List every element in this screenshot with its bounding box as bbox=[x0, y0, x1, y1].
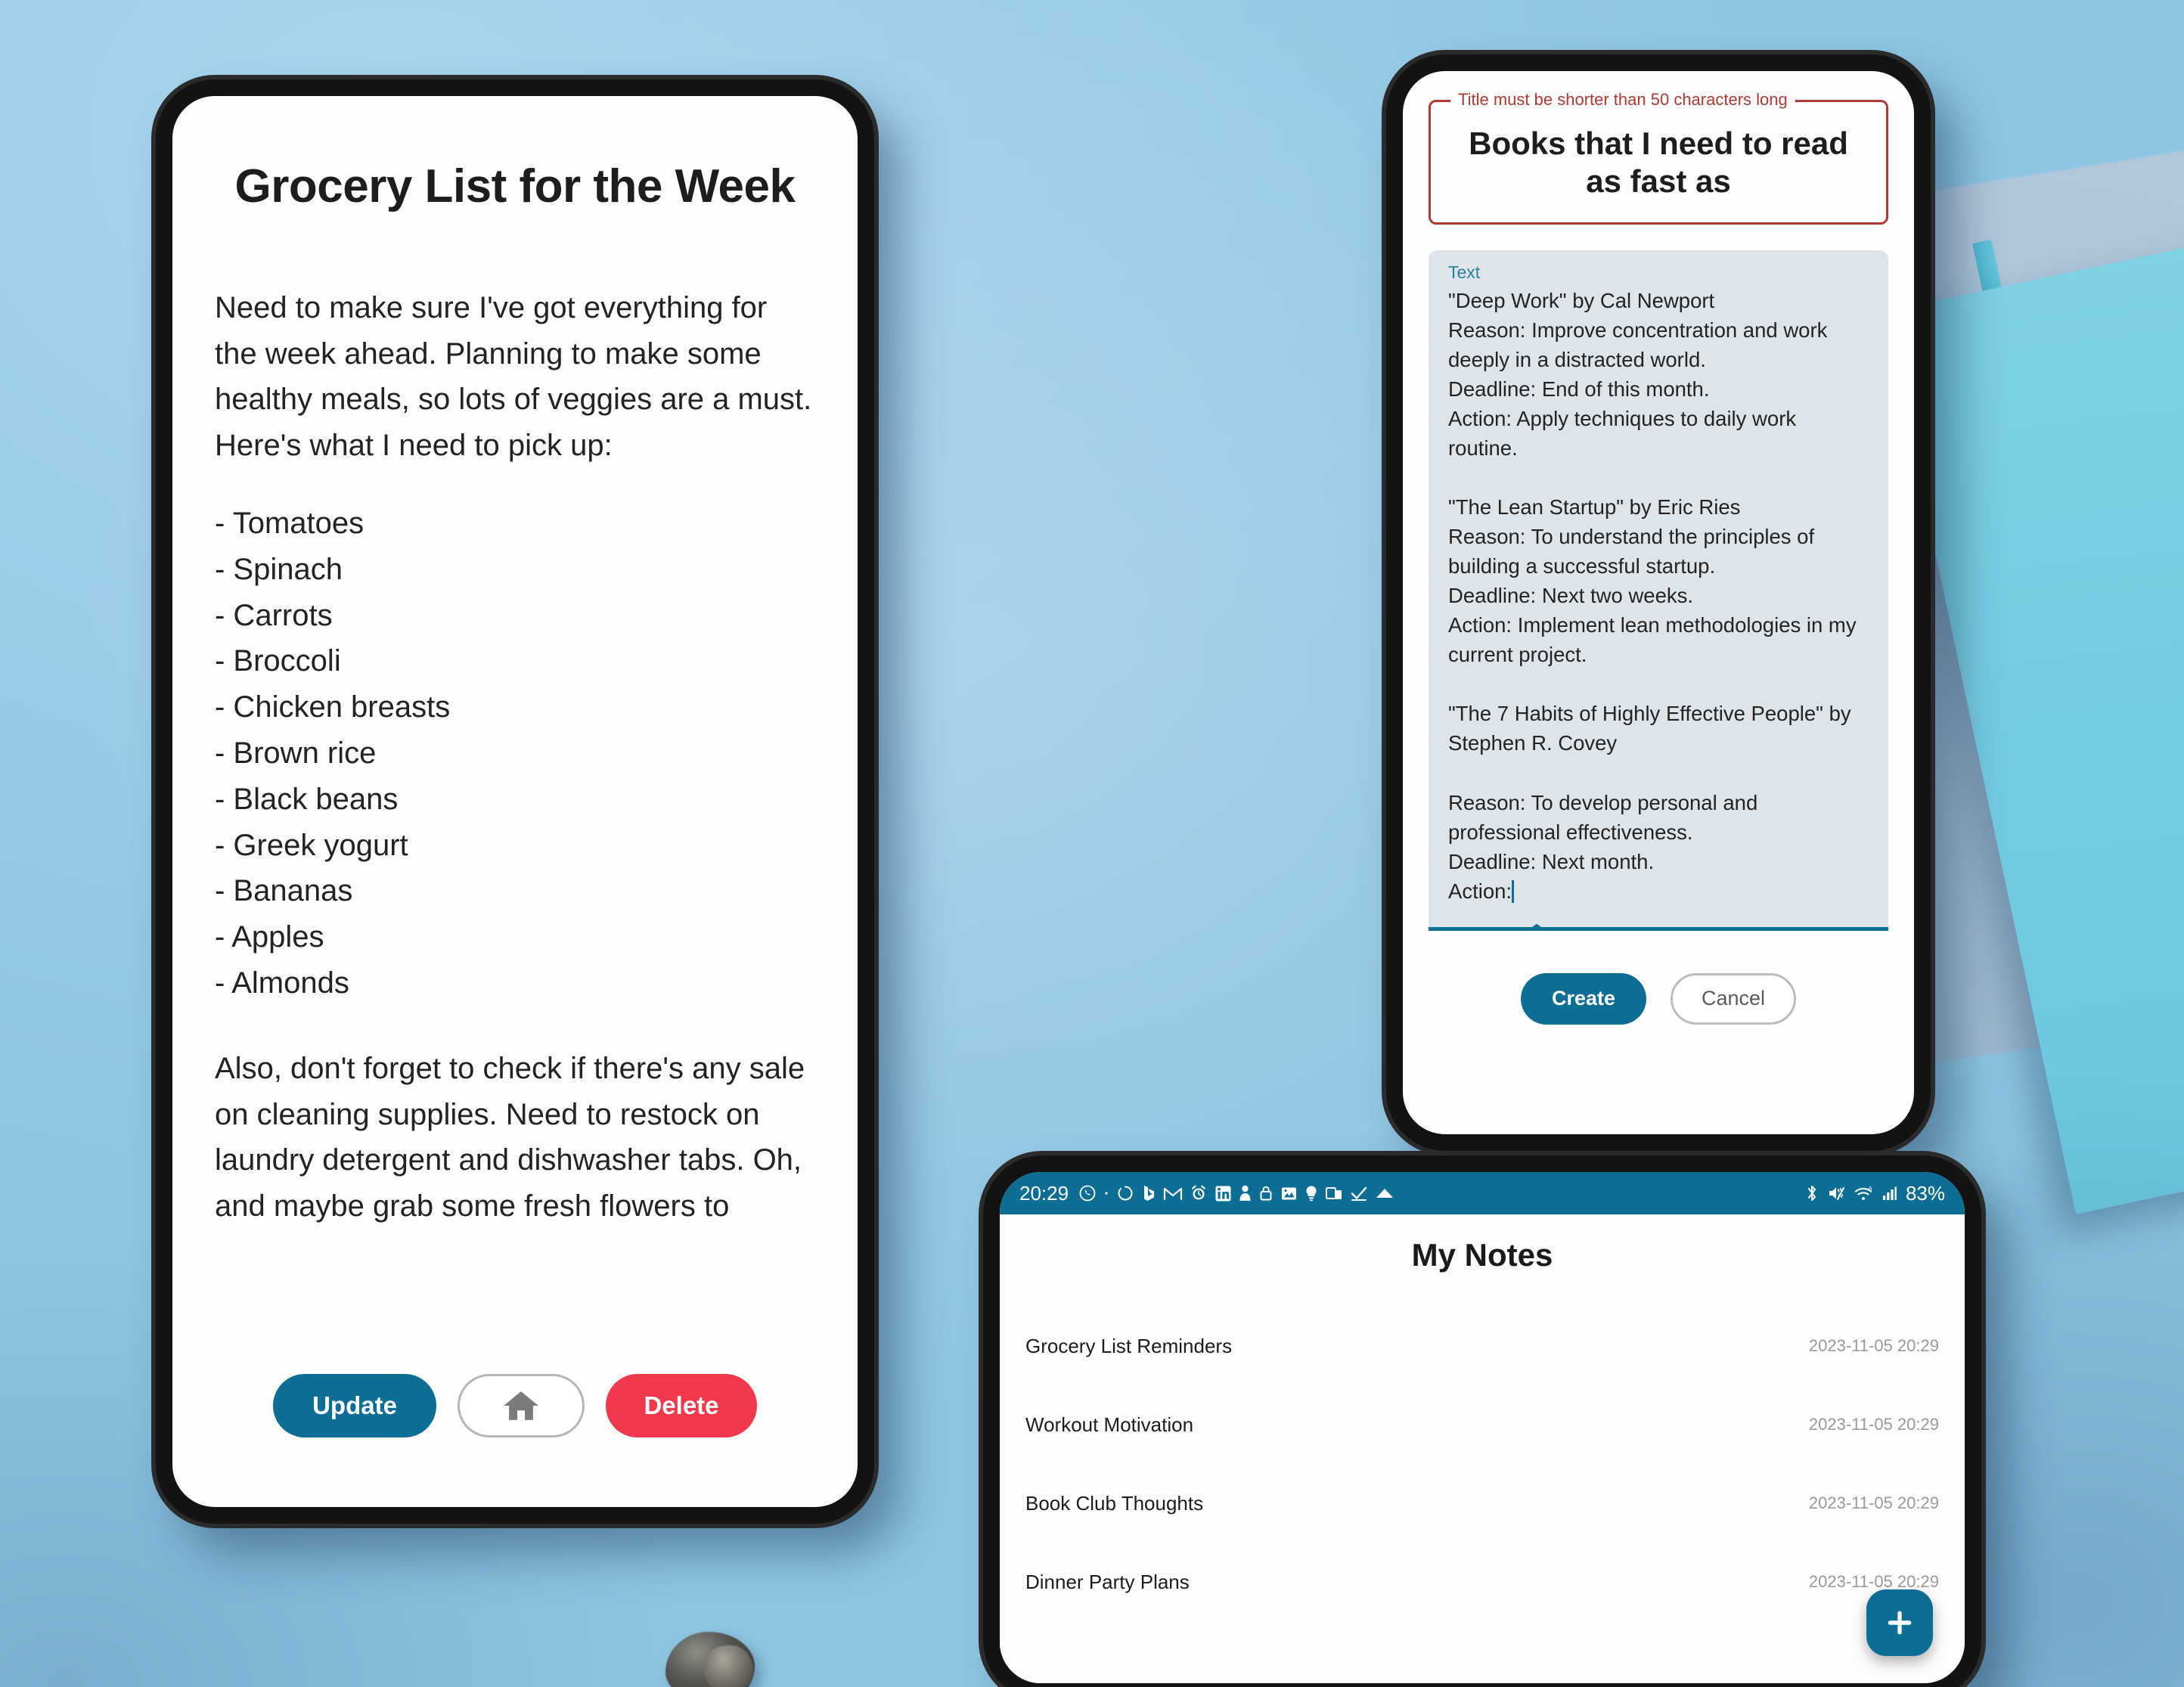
note-row-date: 2023-11-05 20:29 bbox=[1808, 1572, 1939, 1591]
notes-list-screen: 20:29 6 83% My Notes Grocery List Remind… bbox=[1000, 1172, 1965, 1683]
dot-icon bbox=[1103, 1190, 1109, 1196]
create-note-screen: Title must be shorter than 50 characters… bbox=[1403, 71, 1914, 1134]
text-caret bbox=[1512, 879, 1515, 903]
bing-icon bbox=[1141, 1184, 1156, 1202]
plus-icon bbox=[1885, 1608, 1914, 1637]
table-row[interactable]: Book Club Thoughts 2023-11-05 20:29 bbox=[1022, 1464, 1942, 1543]
background-pebble-highlight bbox=[703, 1645, 753, 1687]
delete-button[interactable]: Delete bbox=[606, 1374, 757, 1437]
linkedin-icon bbox=[1215, 1185, 1232, 1202]
note-row-title: Dinner Party Plans bbox=[1025, 1570, 1190, 1593]
bulb-icon bbox=[1305, 1184, 1318, 1202]
note-row-date: 2023-11-05 20:29 bbox=[1808, 1415, 1939, 1434]
bluetooth-icon bbox=[1804, 1183, 1819, 1203]
note-row-title: Book Club Thoughts bbox=[1025, 1491, 1204, 1515]
table-row[interactable]: Grocery List Reminders 2023-11-05 20:29 bbox=[1022, 1307, 1942, 1385]
photo-icon bbox=[1280, 1185, 1298, 1202]
cursor-handle[interactable] bbox=[1521, 923, 1553, 927]
volume-mute-icon bbox=[1827, 1184, 1847, 1202]
home-button[interactable] bbox=[458, 1374, 585, 1437]
note-row-date: 2023-11-05 20:29 bbox=[1808, 1493, 1939, 1512]
phone-notes-list: 20:29 6 83% My Notes Grocery List Remind… bbox=[983, 1155, 1981, 1687]
text-input[interactable]: "Deep Work" by Cal Newport Reason: Impro… bbox=[1448, 286, 1869, 906]
svg-text:6: 6 bbox=[1869, 1186, 1872, 1192]
page-title: My Notes bbox=[1411, 1237, 1553, 1273]
battery-percentage: 83% bbox=[1905, 1181, 1945, 1205]
note-detail-screen: Grocery List for the Week Need to make s… bbox=[172, 96, 858, 1507]
status-bar-right: 6 83% bbox=[1804, 1182, 1945, 1205]
table-row[interactable]: Dinner Party Plans 2023-11-05 20:29 bbox=[1022, 1543, 1942, 1621]
title-input[interactable]: Books that I need to read as fast as bbox=[1449, 125, 1868, 201]
add-note-button[interactable] bbox=[1866, 1589, 1933, 1656]
lock-icon bbox=[1258, 1184, 1273, 1202]
cloud-icon bbox=[1375, 1186, 1394, 1200]
text-field-label: Text bbox=[1448, 262, 1481, 282]
screenshot-scene: Grocery List for the Week Need to make s… bbox=[0, 0, 2184, 1687]
note-row-date: 2023-11-05 20:29 bbox=[1808, 1336, 1939, 1355]
whatsapp-icon bbox=[1078, 1184, 1097, 1202]
sync-icon bbox=[1116, 1184, 1134, 1202]
cancel-button[interactable]: Cancel bbox=[1671, 972, 1796, 1025]
check-icon bbox=[1350, 1185, 1368, 1202]
phone-note-detail: Grocery List for the Week Need to make s… bbox=[156, 79, 874, 1524]
table-row[interactable]: Workout Motivation 2023-11-05 20:29 bbox=[1022, 1385, 1942, 1464]
create-note-actions: Create Cancel bbox=[1429, 972, 1888, 1025]
signal-icon bbox=[1882, 1185, 1898, 1202]
status-bar-left: 20:29 bbox=[1019, 1182, 1797, 1205]
alarm-icon bbox=[1190, 1184, 1208, 1202]
phone-link-icon bbox=[1325, 1184, 1343, 1202]
update-button[interactable]: Update bbox=[273, 1374, 436, 1437]
note-detail-actions: Update Delete bbox=[172, 1374, 858, 1437]
note-row-title: Grocery List Reminders bbox=[1025, 1334, 1233, 1357]
note-row-title: Workout Motivation bbox=[1025, 1413, 1194, 1436]
status-clock: 20:29 bbox=[1019, 1181, 1069, 1205]
title-input-wrapper[interactable]: Title must be shorter than 50 characters… bbox=[1429, 90, 1888, 225]
title-error-label: Title must be shorter than 50 characters… bbox=[1450, 90, 1795, 110]
status-bar: 20:29 6 83% bbox=[1000, 1172, 1965, 1214]
text-input-value: "Deep Work" by Cal Newport Reason: Impro… bbox=[1448, 288, 1857, 903]
note-detail-content: Grocery List for the Week Need to make s… bbox=[172, 96, 858, 1507]
note-title: Grocery List for the Week bbox=[234, 160, 796, 212]
note-tail-paragraph: Also, don't forget to check if there's a… bbox=[215, 1051, 814, 1223]
create-note-content: Title must be shorter than 50 characters… bbox=[1403, 71, 1914, 1134]
home-icon bbox=[501, 1388, 541, 1423]
person-icon bbox=[1239, 1184, 1252, 1202]
note-body-paragraph: Need to make sure I've got everything fo… bbox=[215, 290, 821, 463]
text-input-wrapper[interactable]: Text "Deep Work" by Cal Newport Reason: … bbox=[1429, 250, 1888, 931]
gmail-icon bbox=[1163, 1185, 1183, 1202]
notes-list: Grocery List Reminders 2023-11-05 20:29 … bbox=[1022, 1307, 1942, 1621]
phone-create-note: Title must be shorter than 50 characters… bbox=[1386, 54, 1931, 1151]
notes-list-body: My Notes Grocery List Reminders 2023-11-… bbox=[1000, 1214, 1965, 1683]
wifi-icon: 6 bbox=[1854, 1184, 1874, 1202]
note-grocery-items: - Tomatoes - Spinach - Carrots - Broccol… bbox=[215, 507, 451, 1000]
create-button[interactable]: Create bbox=[1521, 972, 1646, 1025]
